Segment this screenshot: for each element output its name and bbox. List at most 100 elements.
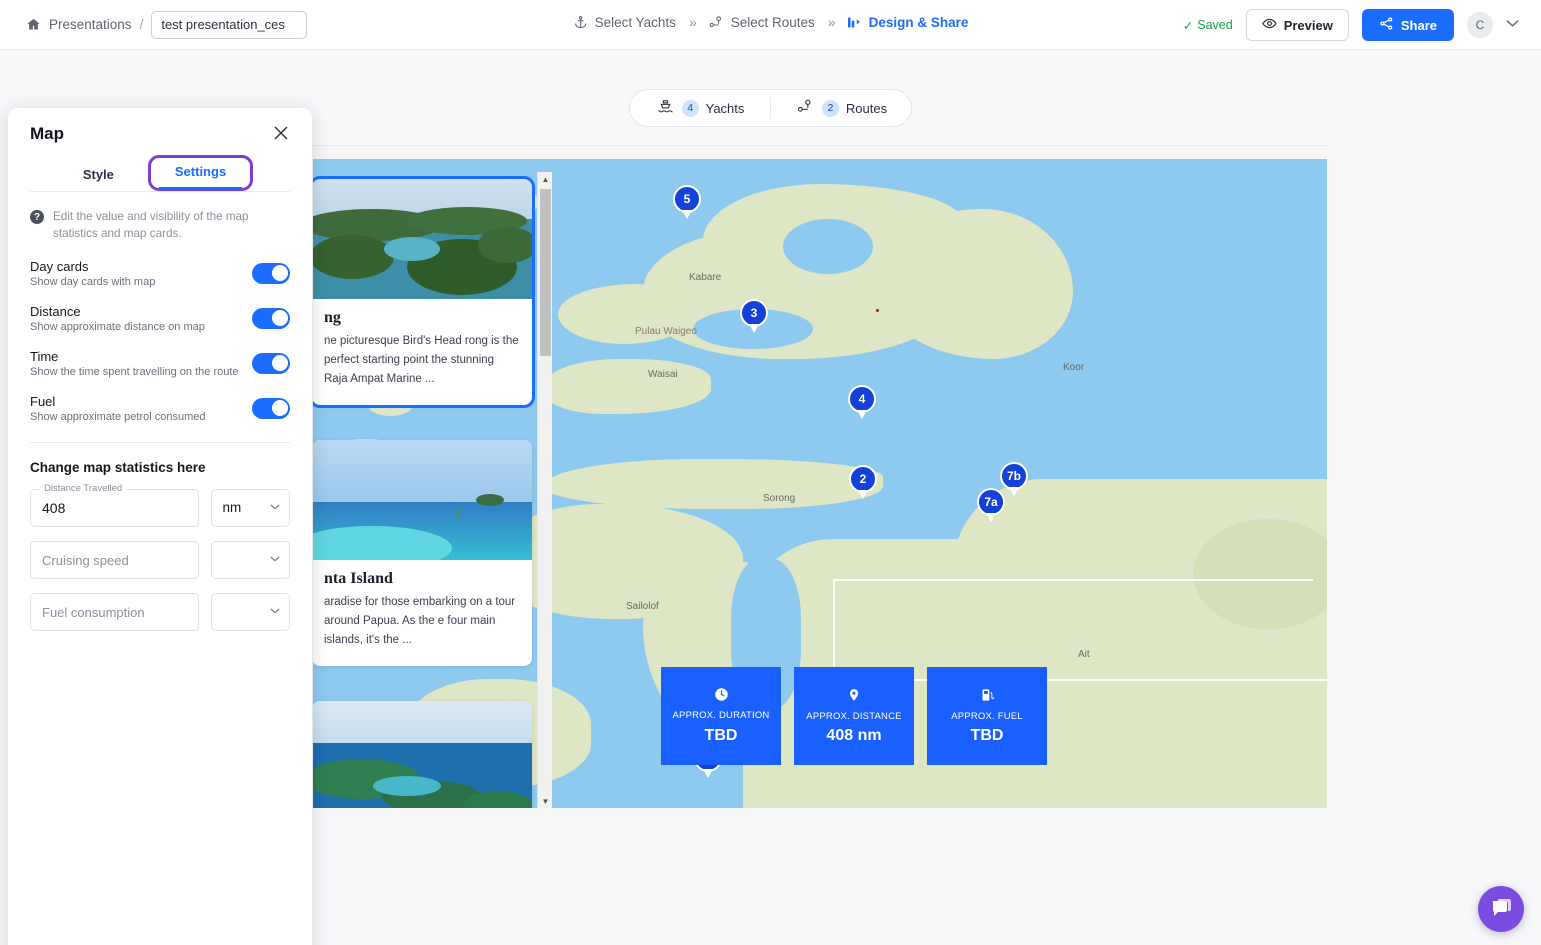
stat-value: TBD [704, 726, 738, 744]
setting-distance: Distance Show approximate distance on ma… [30, 304, 290, 333]
stat-label: APPROX. FUEL [951, 710, 1023, 722]
share-icon [1379, 16, 1394, 34]
chevron-down-icon[interactable] [1506, 19, 1519, 31]
distance-travelled-label: Distance Travelled [40, 482, 127, 494]
setting-text: Day cards Show day cards with map [30, 259, 155, 288]
panel-tabs: Style Settings [30, 155, 290, 192]
step-design-and-share[interactable]: Design & Share [847, 15, 968, 30]
saved-status: ✓ Saved [1183, 18, 1233, 33]
setting-text: Distance Show approximate distance on ma… [30, 304, 205, 333]
scroll-down-arrow-icon[interactable]: ▼ [538, 794, 553, 808]
stat-card-duration[interactable]: APPROX. DURATION TBD [661, 667, 781, 765]
fuel-consumption-input[interactable] [31, 593, 198, 630]
map-marker[interactable]: 7a [977, 488, 1005, 516]
map-marker[interactable]: 3 [740, 299, 768, 327]
setting-sub: Show approximate petrol consumed [30, 410, 206, 423]
close-icon[interactable] [272, 124, 290, 145]
day-card-body: ng ne picturesque Bird's Head rong is th… [313, 299, 532, 405]
distance-field-row: Distance Travelled nm [30, 482, 290, 527]
map-label: Koor [1063, 362, 1085, 373]
preview-button[interactable]: Preview [1245, 9, 1349, 41]
panel-title: Map [30, 124, 64, 143]
setting-sub: Show approximate distance on map [30, 320, 205, 333]
share-button[interactable]: Share [1361, 9, 1454, 41]
time-toggle[interactable] [252, 352, 290, 374]
fuel-toggle[interactable] [252, 397, 290, 419]
map[interactable]: Kabare Pulau Waigeo Waisai Koor Sorong S… [313, 159, 1327, 808]
distance-travelled-field: Distance Travelled [30, 482, 199, 527]
setting-name: Day cards [30, 258, 89, 274]
yachts-count: 4 [681, 99, 699, 117]
marker-label: 7a [984, 495, 998, 509]
home-icon[interactable] [26, 17, 41, 32]
panel-divider [30, 441, 290, 443]
tab-style[interactable]: Style [67, 159, 130, 191]
day-card[interactable]: nta Island aradise for those embarking o… [313, 440, 532, 666]
map-marker[interactable]: 5 [673, 185, 701, 213]
app-root: Presentations / Select Yachts » Select R… [0, 0, 1541, 945]
cruising-speed-field-row [30, 540, 290, 579]
cruising-speed-input[interactable] [31, 541, 198, 578]
route-pin-icon [795, 98, 815, 118]
toggle-knob [271, 400, 288, 417]
fuel-consumption-field [30, 592, 199, 631]
scroll-up-arrow-icon[interactable]: ▲ [538, 172, 553, 187]
chat-widget-button[interactable] [1478, 886, 1524, 932]
day-card-text: aradise for those embarking on a tour ar… [324, 596, 516, 646]
map-marker[interactable]: 4 [848, 385, 876, 413]
stat-value: TBD [970, 727, 1004, 745]
map-label: Kabare [689, 272, 722, 283]
yachts-tab[interactable]: 4 Yachts [630, 90, 770, 126]
day-card-image [313, 179, 532, 299]
day-card[interactable] [313, 701, 532, 808]
stat-card-fuel[interactable]: APPROX. FUEL TBD [927, 667, 1047, 765]
avatar[interactable]: C [1467, 12, 1493, 38]
step-label: Select Yachts [594, 14, 676, 30]
fuel-consumption-unit-select[interactable] [210, 592, 290, 631]
scrollbar-thumb[interactable] [540, 189, 551, 356]
breadcrumb-separator: / [139, 17, 144, 32]
map-marker[interactable]: 7b [1000, 462, 1028, 490]
setting-name: Fuel [30, 393, 56, 409]
share-label: Share [1400, 17, 1437, 33]
step-select-routes[interactable]: Select Routes [708, 15, 815, 30]
routes-label: Routes [845, 100, 888, 116]
cruising-speed-unit-select[interactable] [210, 540, 290, 579]
presentation-title-input[interactable] [151, 10, 308, 39]
map-marker[interactable]: 2 [849, 465, 877, 493]
chevron-down-icon [270, 502, 280, 513]
saved-label: Saved [1197, 18, 1233, 32]
help-icon: ? [30, 210, 44, 224]
preview-label: Preview [1283, 17, 1333, 33]
toggle-knob [271, 355, 288, 372]
breadcrumb-presentations-link[interactable]: Presentations [49, 17, 132, 32]
eye-icon [1261, 16, 1277, 34]
setting-day-cards: Day cards Show day cards with map [30, 259, 290, 288]
chat-bubble-icon [1489, 895, 1513, 924]
marker-label: 2 [859, 472, 867, 486]
setting-text: Time Show the time spent travelling on t… [30, 349, 239, 378]
panel-hint-text: Edit the value and visibility of the map… [53, 210, 249, 241]
clock-icon [714, 687, 729, 707]
routes-count: 2 [821, 99, 839, 117]
tab-settings[interactable]: Settings [147, 155, 254, 191]
distance-travelled-input[interactable] [31, 489, 198, 526]
panel-hint: ? Edit the value and visibility of the m… [30, 208, 290, 243]
distance-unit-value: nm [222, 500, 242, 516]
stat-card-distance[interactable]: APPROX. DISTANCE 408 nm [794, 667, 914, 765]
setting-name: Distance [30, 303, 81, 319]
day-cards-toggle[interactable] [252, 262, 290, 284]
day-cards-scrollbar[interactable]: ▲ ▼ [537, 172, 552, 808]
setting-time: Time Show the time spent travelling on t… [30, 349, 290, 378]
map-label: Sailolof [626, 601, 659, 612]
distance-unit-select[interactable]: nm [210, 488, 290, 527]
fuel-consumption-field-row [30, 592, 290, 631]
day-card[interactable]: ng ne picturesque Bird's Head rong is th… [313, 176, 535, 408]
road-line [833, 579, 1313, 581]
step-separator-1: » [688, 14, 697, 30]
routes-tab[interactable]: 2 Routes [771, 90, 911, 126]
breadcrumb: Presentations / [0, 10, 308, 39]
step-select-yachts[interactable]: Select Yachts [573, 15, 676, 30]
distance-toggle[interactable] [252, 307, 290, 329]
slide-frame: Kabare Pulau Waigeo Waisai Koor Sorong S… [313, 145, 1327, 808]
